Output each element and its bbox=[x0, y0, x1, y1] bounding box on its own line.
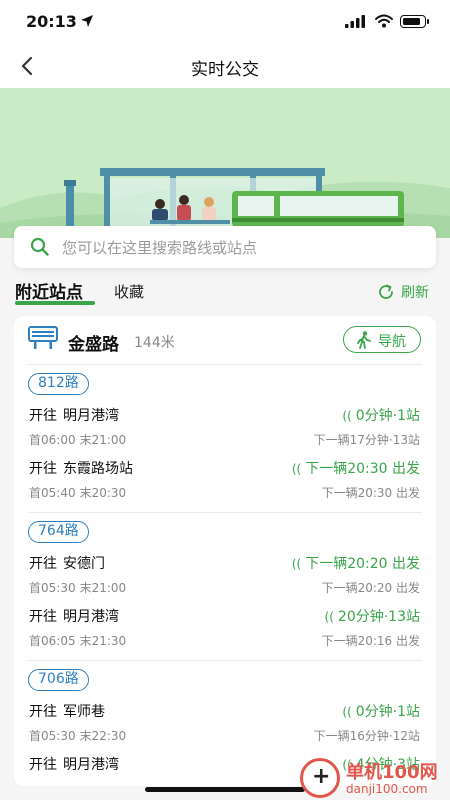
realtime-arrival: ((0分钟·1站 bbox=[342, 701, 420, 721]
direction-destination: 明月港湾 bbox=[63, 609, 119, 625]
service-hours: 首06:00 末21:00 bbox=[29, 431, 126, 448]
realtime-signal-icon: (( bbox=[291, 462, 302, 476]
direction-label[interactable]: 开往 军师巷 bbox=[29, 701, 105, 721]
next-bus-info: 下一辆20:20 出发 bbox=[321, 581, 420, 595]
status-bar: 20:13 bbox=[0, 0, 450, 44]
direction-prefix: 开往 bbox=[29, 461, 57, 477]
bus-stop-banner bbox=[0, 88, 450, 238]
watermark-url: danji100.com bbox=[346, 782, 428, 796]
last-bus-time: 末21:30 bbox=[79, 634, 127, 648]
stop-header: 金盛路 144米 导航 bbox=[14, 316, 436, 364]
next-bus-info: 下一辆16分钟·12站 bbox=[313, 729, 420, 743]
last-bus-time: 末21:00 bbox=[79, 581, 127, 595]
nearby-stop-card: 金盛路 144米 导航 812路 开往 明月港湾 ((0分钟·1站 首06:00 末… bbox=[14, 316, 436, 786]
next-bus-info: 下一辆20:30 出发 bbox=[321, 486, 420, 500]
status-time: 20:13 bbox=[26, 12, 77, 31]
service-hours: 首06:05 末21:30 bbox=[29, 632, 126, 649]
search-icon bbox=[30, 237, 49, 256]
search-placeholder: 您可以在这里搜索路线或站点 bbox=[62, 239, 258, 257]
realtime-text: 0分钟·1站 bbox=[355, 704, 420, 720]
first-bus-time: 首05:30 bbox=[29, 729, 76, 743]
direction-prefix: 开往 bbox=[29, 757, 57, 773]
direction-label[interactable]: 开往 明月港湾 bbox=[29, 754, 119, 774]
direction-prefix: 开往 bbox=[29, 556, 57, 572]
page-title: 实时公交 bbox=[191, 60, 259, 80]
watermark: + 单机100网 danji100.com bbox=[300, 758, 450, 800]
refresh-icon bbox=[379, 284, 393, 299]
navigate-button[interactable]: 导航 bbox=[343, 326, 421, 353]
route-badge[interactable]: 706路 bbox=[28, 669, 89, 691]
direction-prefix: 开往 bbox=[29, 408, 57, 424]
tab-favorites[interactable]: 收藏 bbox=[114, 281, 144, 302]
service-hours: 首05:30 末22:30 bbox=[29, 727, 126, 744]
direction-label[interactable]: 开往 明月港湾 bbox=[29, 405, 119, 425]
direction-destination: 军师巷 bbox=[63, 704, 105, 720]
bus-stop-sign-icon bbox=[28, 326, 58, 349]
bus-stop-illustration bbox=[0, 168, 450, 238]
direction-destination: 明月港湾 bbox=[63, 757, 119, 773]
stop-name: 金盛路 bbox=[68, 335, 119, 355]
route-badge[interactable]: 812路 bbox=[28, 373, 89, 395]
realtime-arrival: ((20分钟·13站 bbox=[325, 606, 420, 626]
realtime-arrival: ((0分钟·1站 bbox=[342, 405, 420, 425]
direction-label[interactable]: 开往 明月港湾 bbox=[29, 606, 119, 626]
realtime-arrival: ((下一辆20:20 出发 bbox=[292, 553, 420, 573]
navigate-label: 导航 bbox=[378, 334, 406, 350]
tab-bar: 附近站点 收藏 刷新 bbox=[0, 276, 450, 306]
search-bar[interactable]: 您可以在这里搜索路线或站点 bbox=[14, 226, 436, 268]
direction-destination: 东霞路场站 bbox=[63, 461, 133, 477]
divider bbox=[28, 364, 422, 365]
last-bus-time: 末20:30 bbox=[79, 486, 127, 500]
walking-person-icon bbox=[357, 331, 371, 349]
realtime-signal-icon: (( bbox=[324, 610, 334, 624]
location-arrow-icon bbox=[81, 15, 93, 27]
cellular-signal-icon bbox=[345, 15, 365, 28]
stop-distance: 144米 bbox=[134, 335, 175, 351]
realtime-signal-icon: (( bbox=[342, 705, 352, 719]
realtime-signal-icon: (( bbox=[342, 409, 352, 423]
refresh-label: 刷新 bbox=[401, 285, 429, 301]
direction-prefix: 开往 bbox=[29, 609, 57, 625]
direction-prefix: 开往 bbox=[29, 704, 57, 720]
watermark-logo: + bbox=[300, 758, 340, 798]
last-bus-time: 末22:30 bbox=[79, 729, 127, 743]
first-bus-time: 首06:00 bbox=[29, 433, 76, 447]
first-bus-time: 首05:30 bbox=[29, 581, 76, 595]
battery-icon bbox=[400, 15, 429, 28]
realtime-text: 20分钟·13站 bbox=[337, 609, 420, 625]
realtime-text: 下一辆20:30 出发 bbox=[305, 461, 420, 477]
direction-label[interactable]: 开往 安德门 bbox=[29, 553, 105, 573]
service-hours: 首05:40 末20:30 bbox=[29, 484, 126, 501]
realtime-text: 0分钟·1站 bbox=[355, 408, 420, 424]
next-bus-info: 下一辆20:16 出发 bbox=[321, 634, 420, 648]
watermark-brand: 单机100网 bbox=[346, 762, 438, 783]
direction-destination: 安德门 bbox=[63, 556, 105, 572]
realtime-text: 下一辆20:20 出发 bbox=[305, 556, 420, 572]
realtime-signal-icon: (( bbox=[291, 557, 302, 571]
service-hours: 首05:30 末21:00 bbox=[29, 579, 126, 596]
first-bus-time: 首05:40 bbox=[29, 486, 76, 500]
direction-destination: 明月港湾 bbox=[63, 408, 119, 424]
tab-nearby-stops[interactable]: 附近站点 bbox=[15, 278, 83, 303]
realtime-arrival: ((下一辆20:30 出发 bbox=[292, 458, 420, 478]
first-bus-time: 首06:05 bbox=[29, 634, 76, 648]
active-tab-indicator bbox=[15, 301, 95, 305]
direction-label[interactable]: 开往 东霞路场站 bbox=[29, 458, 133, 478]
navigation-bar: 实时公交 bbox=[0, 44, 450, 88]
divider bbox=[28, 660, 422, 661]
wifi-icon bbox=[375, 14, 393, 28]
route-badge[interactable]: 764路 bbox=[28, 521, 89, 543]
next-bus-info: 下一辆17分钟·13站 bbox=[313, 433, 420, 447]
last-bus-time: 末21:00 bbox=[79, 433, 127, 447]
home-indicator bbox=[145, 787, 305, 792]
divider bbox=[28, 512, 422, 513]
